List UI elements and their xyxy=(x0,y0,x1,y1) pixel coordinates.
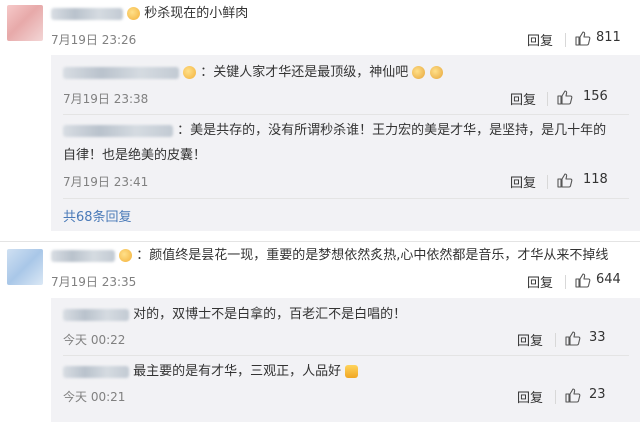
emoji-icon xyxy=(429,66,443,79)
reply-text-continued: 自律！也是绝美的皮囊！ xyxy=(63,148,207,163)
more-replies-link[interactable]: 共68条回复 xyxy=(63,206,132,225)
separator xyxy=(63,355,629,356)
reply-button[interactable]: 回复 xyxy=(527,30,553,49)
timestamp: 7月19日 23:41 xyxy=(63,175,149,189)
like-count: 156 xyxy=(583,89,608,104)
reply-text: ：关键人家才华还是最顶级，神仙吧 xyxy=(63,62,443,84)
avatar[interactable] xyxy=(7,5,43,41)
reply-button[interactable]: 回复 xyxy=(527,272,553,291)
avatar[interactable] xyxy=(7,249,43,285)
comment-separator xyxy=(0,241,640,242)
separator xyxy=(63,114,629,115)
divider xyxy=(555,333,556,347)
like-count: 23 xyxy=(589,387,606,402)
username-blurred[interactable] xyxy=(63,124,173,137)
timestamp: 7月19日 23:35 xyxy=(51,275,137,289)
timestamp: 7月19日 23:26 xyxy=(51,33,137,47)
reply-button[interactable]: 回复 xyxy=(510,172,536,191)
reply-text: 对的，双博士不是白拿的，百老汇不是白唱的！ xyxy=(63,304,406,326)
like-count: 118 xyxy=(583,172,608,187)
separator xyxy=(63,198,629,199)
comment-text: 秒杀现在的小鲜肉 xyxy=(51,3,248,25)
like-count: 644 xyxy=(596,272,621,287)
thumbs-up-icon[interactable] xyxy=(575,273,591,288)
timestamp: 7月19日 23:38 xyxy=(63,92,149,106)
reply-button[interactable]: 回复 xyxy=(510,89,536,108)
divider xyxy=(547,92,548,106)
reply-button[interactable]: 回复 xyxy=(517,387,543,406)
timestamp: 今天 00:22 xyxy=(63,333,126,347)
thumbs-up-icon[interactable] xyxy=(557,173,573,188)
thumbs-up-icon[interactable] xyxy=(575,31,591,46)
divider xyxy=(547,175,548,189)
emoji-icon xyxy=(183,66,197,79)
thumbs-up-icon[interactable] xyxy=(565,388,581,403)
username-blurred[interactable] xyxy=(51,7,123,20)
emoji-icon xyxy=(127,7,141,20)
thumbs-up-icon[interactable] xyxy=(557,90,573,105)
emoji-icon xyxy=(119,249,133,262)
reply-text: ：美是共存的，没有所谓秒杀谁！王力宏的美是才华，是坚持，是几十年的 xyxy=(63,120,606,142)
username-blurred[interactable] xyxy=(63,66,179,79)
emoji-icon xyxy=(412,66,426,79)
divider xyxy=(555,390,556,404)
username-blurred[interactable] xyxy=(63,365,129,378)
username-blurred[interactable] xyxy=(63,308,129,321)
comment-text: ：颜值终是昙花一现，重要的是梦想依然炙热,心中依然都是音乐，才华从来不掉线 xyxy=(51,245,608,267)
timestamp: 今天 00:21 xyxy=(63,390,126,404)
thumbs-up-emoji-icon xyxy=(345,365,359,378)
like-count: 33 xyxy=(589,330,606,345)
reply-text: 最主要的是有才华，三观正，人品好 xyxy=(63,361,359,383)
divider xyxy=(565,275,566,289)
username-blurred[interactable] xyxy=(51,249,115,262)
divider xyxy=(565,33,566,47)
like-count: 811 xyxy=(596,30,621,45)
reply-button[interactable]: 回复 xyxy=(517,330,543,349)
thumbs-up-icon[interactable] xyxy=(565,331,581,346)
